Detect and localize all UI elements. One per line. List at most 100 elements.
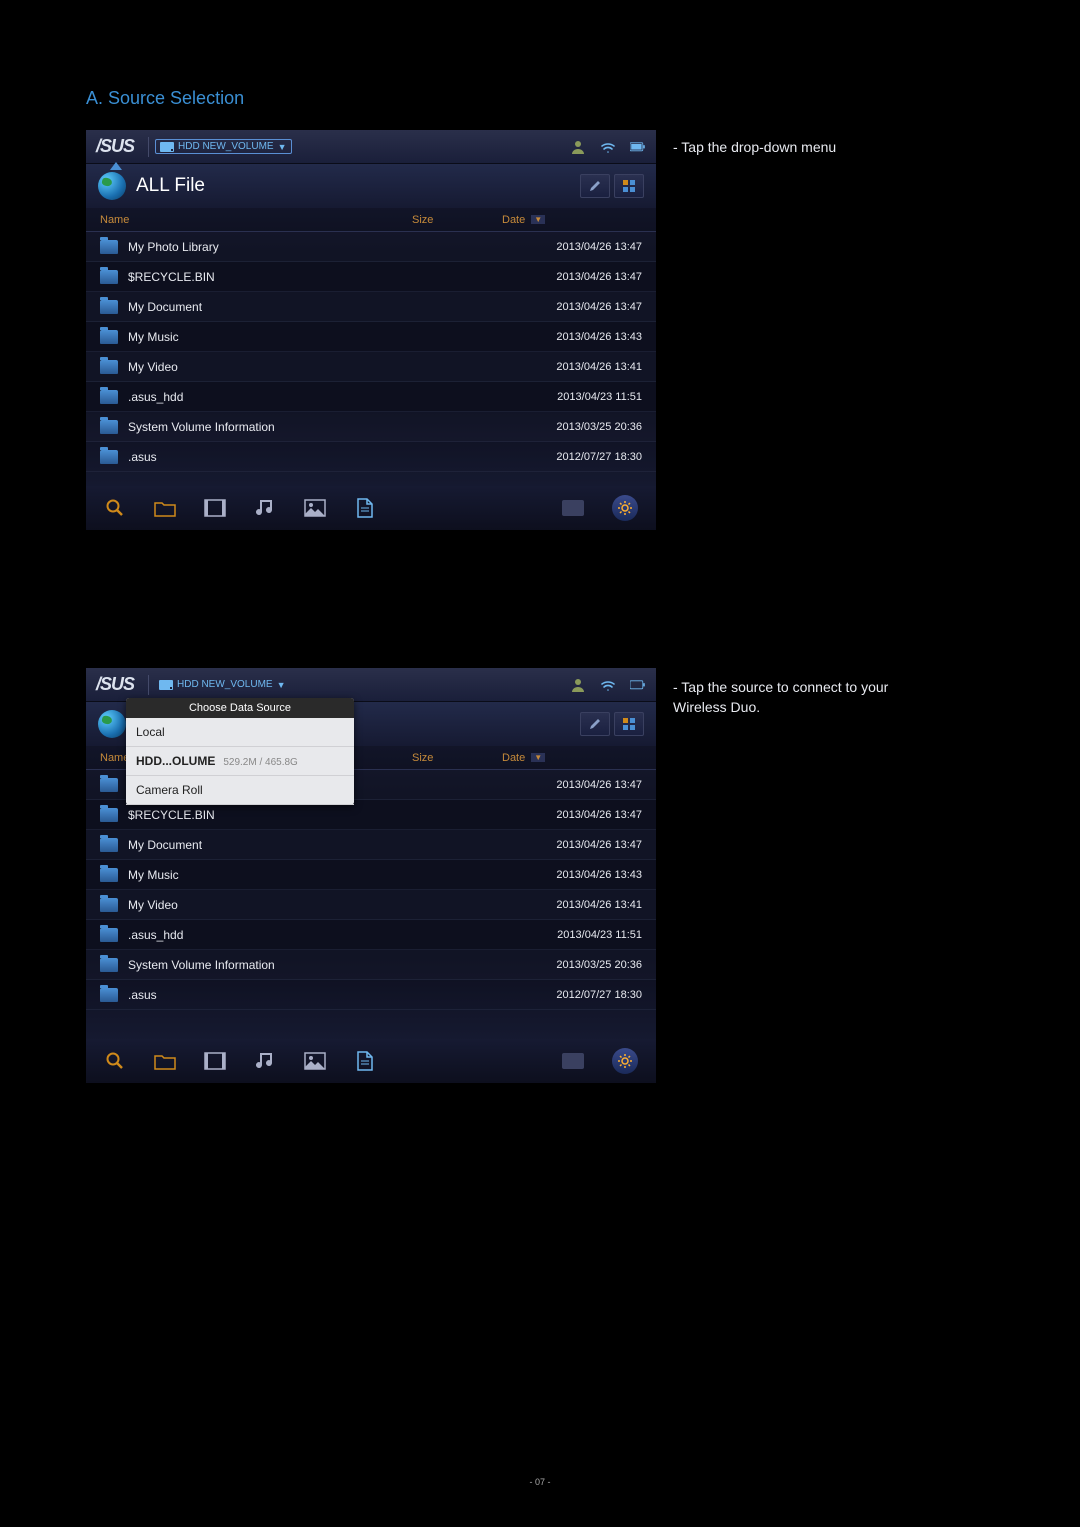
dropdown-item[interactable]: Local [126, 718, 354, 747]
source-dropdown-panel: Choose Data Source LocalHDD...OLUME529.2… [126, 698, 354, 805]
page-title: ALL File [136, 175, 205, 197]
folder-icon [100, 270, 118, 284]
file-date: 2013/04/26 13:47 [532, 779, 642, 791]
grid-view-button[interactable] [614, 174, 644, 198]
document-icon[interactable] [354, 498, 376, 518]
video-icon[interactable] [204, 1051, 226, 1071]
sd-card-icon[interactable] [562, 500, 584, 516]
col-size[interactable]: Size [412, 752, 502, 764]
file-row[interactable]: .asus2012/07/27 18:30 [86, 442, 656, 472]
chevron-down-icon: ▼ [277, 680, 286, 690]
folder-icon [100, 330, 118, 344]
document-icon[interactable] [354, 1051, 376, 1071]
edit-button[interactable] [580, 174, 610, 198]
file-row[interactable]: $RECYCLE.BIN2013/04/26 13:47 [86, 262, 656, 292]
col-date-label: Date [502, 752, 525, 764]
search-icon[interactable] [104, 498, 126, 518]
sd-card-icon[interactable] [562, 1053, 584, 1069]
chevron-down-icon: ▼ [278, 142, 287, 152]
file-name: .asus_hdd [128, 390, 532, 404]
file-name: System Volume Information [128, 958, 532, 972]
dropdown-pointer-icon [110, 162, 122, 170]
grid-view-button[interactable] [614, 712, 644, 736]
folder-icon [100, 928, 118, 942]
source-dropdown-button[interactable]: HDD NEW_VOLUME ▼ [155, 139, 292, 154]
sort-desc-icon: ▼ [531, 215, 545, 224]
screenshot-source-open: /SUS HDD NEW_VOLUME ▼ Choose Data Source… [86, 668, 656, 1083]
file-date: 2012/07/27 18:30 [532, 989, 642, 1001]
dropdown-item[interactable]: Camera Roll [126, 776, 354, 805]
folder-icon [100, 390, 118, 404]
drive-icon [159, 680, 173, 690]
app-topbar: /SUS HDD NEW_VOLUME ▼ [86, 668, 656, 702]
video-icon[interactable] [204, 498, 226, 518]
drive-label: HDD NEW_VOLUME [178, 141, 274, 152]
col-name[interactable]: Name [100, 214, 412, 226]
file-row[interactable]: My Photo Library2013/04/26 13:47 [86, 232, 656, 262]
file-row[interactable]: .asus_hdd2013/04/23 11:51 [86, 382, 656, 412]
file-list: My Photo Library2013/04/26 13:47$RECYCLE… [86, 770, 656, 1010]
source-dropdown-button[interactable]: HDD NEW_VOLUME ▼ [155, 678, 290, 691]
file-name: .asus [128, 450, 532, 464]
file-name: My Video [128, 898, 532, 912]
status-icons [570, 677, 646, 693]
folder-icon [100, 898, 118, 912]
file-name: .asus [128, 988, 532, 1002]
battery-icon [630, 677, 646, 693]
file-date: 2013/04/26 13:47 [532, 271, 642, 283]
section-heading: A. Source Selection [86, 88, 244, 109]
file-date: 2013/03/25 20:36 [532, 959, 642, 971]
search-icon[interactable] [104, 1051, 126, 1071]
file-row[interactable]: My Music2013/04/26 13:43 [86, 860, 656, 890]
person-icon [570, 677, 586, 693]
file-row[interactable]: .asus_hdd2013/04/23 11:51 [86, 920, 656, 950]
file-name: .asus_hdd [128, 928, 532, 942]
folder-icon [100, 450, 118, 464]
file-list: My Photo Library2013/04/26 13:47$RECYCLE… [86, 232, 656, 472]
file-name: $RECYCLE.BIN [128, 270, 532, 284]
app-topbar: /SUS HDD NEW_VOLUME ▼ [86, 130, 656, 164]
dropdown-item[interactable]: HDD...OLUME529.2M / 465.8G [126, 747, 354, 776]
file-row[interactable]: My Video2013/04/26 13:41 [86, 352, 656, 382]
folder-icon[interactable] [154, 498, 176, 518]
dropdown-item-sub: 529.2M / 465.8G [223, 757, 298, 768]
file-row[interactable]: My Document2013/04/26 13:47 [86, 830, 656, 860]
bottom-toolbar [86, 486, 656, 530]
col-date[interactable]: Date ▼ [502, 752, 642, 764]
globe-icon [98, 172, 126, 200]
drive-icon [160, 142, 174, 152]
settings-gear-icon[interactable] [612, 1048, 638, 1074]
brand-logo: /SUS [96, 136, 134, 157]
folder-icon [100, 808, 118, 822]
file-date: 2013/04/23 11:51 [532, 929, 642, 941]
file-name: My Music [128, 330, 532, 344]
file-name: My Document [128, 300, 532, 314]
file-row[interactable]: System Volume Information2013/03/25 20:3… [86, 950, 656, 980]
file-row[interactable]: System Volume Information2013/03/25 20:3… [86, 412, 656, 442]
file-date: 2012/07/27 18:30 [532, 451, 642, 463]
col-size[interactable]: Size [412, 214, 502, 226]
settings-gear-icon[interactable] [612, 495, 638, 521]
folder-icon [100, 838, 118, 852]
music-icon[interactable] [254, 1051, 276, 1071]
col-date[interactable]: Date ▼ [502, 214, 642, 226]
file-row[interactable]: .asus2012/07/27 18:30 [86, 980, 656, 1010]
file-date: 2013/04/26 13:47 [532, 241, 642, 253]
screenshot-source-closed: /SUS HDD NEW_VOLUME ▼ ALL File Name Size… [86, 130, 656, 530]
edit-button[interactable] [580, 712, 610, 736]
file-date: 2013/04/26 13:43 [532, 331, 642, 343]
folder-icon [100, 958, 118, 972]
folder-icon[interactable] [154, 1051, 176, 1071]
file-date: 2013/03/25 20:36 [532, 421, 642, 433]
file-row[interactable]: My Video2013/04/26 13:41 [86, 890, 656, 920]
photo-icon[interactable] [304, 1051, 326, 1071]
person-icon [570, 139, 586, 155]
music-icon[interactable] [254, 498, 276, 518]
file-name: System Volume Information [128, 420, 532, 434]
file-row[interactable]: My Document2013/04/26 13:47 [86, 292, 656, 322]
dropdown-item-label: Local [136, 725, 165, 739]
photo-icon[interactable] [304, 498, 326, 518]
annotation-source: - Tap the source to connect to your Wire… [673, 678, 923, 717]
file-row[interactable]: My Music2013/04/26 13:43 [86, 322, 656, 352]
file-date: 2013/04/26 13:47 [532, 809, 642, 821]
